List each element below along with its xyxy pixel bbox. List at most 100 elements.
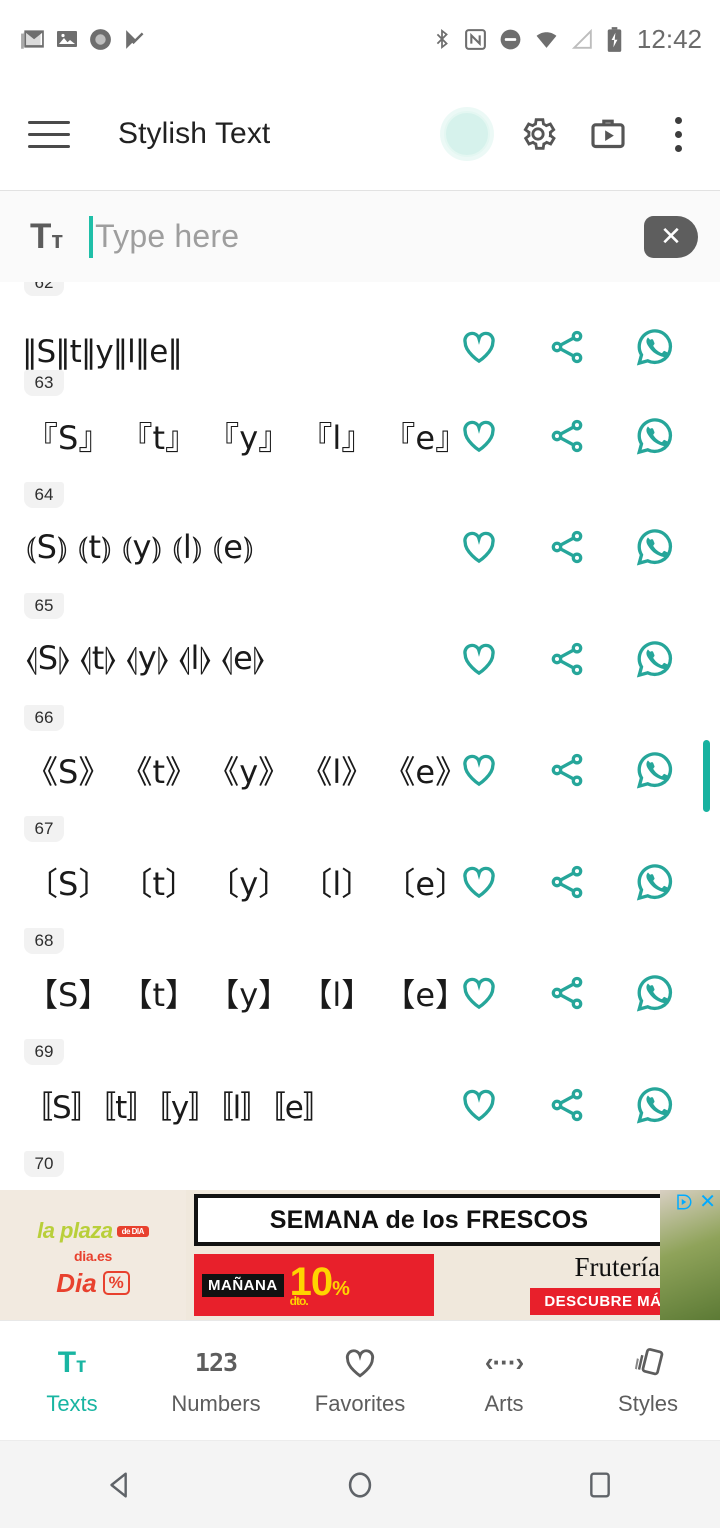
heart-outline-icon[interactable] xyxy=(456,636,502,682)
active-ripple-icon[interactable] xyxy=(444,111,490,157)
table-row[interactable]: 65 ⦉S⦊ ⦉t⦊ ⦉y⦊ ⦉l⦊ ⦉e⦊ xyxy=(0,593,720,715)
ad-banner[interactable]: la plaza de DIA dia.es Dia% SEMANA de los… xyxy=(0,1190,720,1320)
nav-item-arts[interactable]: ‹···› Arts xyxy=(432,1345,576,1417)
gear-icon[interactable] xyxy=(516,112,560,156)
status-bar: 12:42 xyxy=(0,0,720,78)
nav-label-styles: Styles xyxy=(618,1390,678,1416)
photo-icon xyxy=(57,31,77,47)
whatsapp-icon[interactable] xyxy=(632,324,678,370)
table-row[interactable]: 66 《S》 《t》 《y》 《l》 《e》 xyxy=(0,704,720,827)
status-bar-left-icons xyxy=(20,26,147,52)
ad-brand-diaes: dia.es xyxy=(74,1247,112,1264)
heart-outline-icon[interactable] xyxy=(456,970,502,1016)
heart-outline-icon[interactable] xyxy=(456,1082,502,1128)
clear-close-icon[interactable]: ✕ xyxy=(644,215,698,258)
table-row[interactable]: 68 【S】 【t】 【y】 【l】 【e】 xyxy=(0,927,720,1050)
whatsapp-icon[interactable] xyxy=(632,1082,678,1128)
row-actions xyxy=(456,413,700,459)
signal-icon xyxy=(571,28,592,49)
row-actions xyxy=(456,524,700,570)
share-nodes-icon[interactable] xyxy=(544,636,590,682)
row-index-badge: 63 xyxy=(24,370,64,396)
ad-discount-block: MAÑANA 10% dto. xyxy=(194,1254,434,1316)
row-actions xyxy=(456,970,700,1016)
heart-outline-icon xyxy=(342,1345,378,1381)
three-dots-icon[interactable] xyxy=(656,116,700,152)
heart-outline-icon[interactable] xyxy=(456,413,502,459)
row-index-badge: 70 xyxy=(24,1150,64,1177)
whatsapp-icon[interactable] xyxy=(632,970,678,1016)
row-style-text[interactable]: 〚S〛〚t〛〚y〛〚l〛〚e〛 xyxy=(22,1082,456,1127)
page-title: Stylish Text xyxy=(118,117,271,150)
heart-outline-icon[interactable] xyxy=(456,859,502,905)
nav-item-texts[interactable]: Tт Texts xyxy=(0,1345,144,1417)
status-bar-right-icons: 12:42 xyxy=(431,24,702,55)
row-style-text[interactable]: ⦉S⦊ ⦉t⦊ ⦉y⦊ ⦉l⦊ ⦉e⦊ xyxy=(22,639,456,678)
text-format-icon[interactable]: Tт xyxy=(30,219,63,254)
share-nodes-icon[interactable] xyxy=(544,747,590,793)
recents-square-icon[interactable] xyxy=(555,1441,645,1529)
share-nodes-icon[interactable] xyxy=(544,524,590,570)
row-style-text[interactable]: ⦅S⦆ ⦅t⦆ ⦅y⦆ ⦅l⦆ ⦅e⦆ xyxy=(22,528,456,567)
arts-brackets-icon: ‹···› xyxy=(485,1345,524,1381)
ad-controls[interactable]: ✕ xyxy=(675,1192,716,1212)
row-style-text[interactable]: 『S』 『t』 『y』 『l』 『e』 xyxy=(22,413,456,459)
video-briefcase-icon[interactable] xyxy=(586,112,630,156)
heart-outline-icon[interactable] xyxy=(456,324,502,370)
bottom-navigation: Tт Texts 123 Numbers Favorites ‹···› Art… xyxy=(0,1320,720,1440)
nav-item-favorites[interactable]: Favorites xyxy=(288,1345,432,1417)
wifi-icon xyxy=(536,31,557,48)
table-row[interactable]: 62 ‖S‖t‖y‖l‖e‖ xyxy=(0,282,720,380)
share-nodes-icon[interactable] xyxy=(544,324,590,370)
row-index-badge: 62 xyxy=(24,282,64,296)
table-row[interactable]: 70 xyxy=(0,1150,720,1191)
search-bar[interactable]: Tт Type here ✕ xyxy=(0,191,720,283)
table-row[interactable]: 69 〚S〛〚t〛〚y〛〚l〛〚e〛 xyxy=(0,1039,720,1161)
share-nodes-icon[interactable] xyxy=(544,970,590,1016)
nav-item-styles[interactable]: Styles xyxy=(576,1345,720,1417)
whatsapp-icon[interactable] xyxy=(632,859,678,905)
bluetooth-icon xyxy=(436,28,448,50)
scrollbar-thumb[interactable] xyxy=(703,740,710,812)
search-placeholder: Type here xyxy=(95,218,240,254)
whatsapp-icon[interactable] xyxy=(632,524,678,570)
numbers-123-icon: 123 xyxy=(194,1345,238,1381)
ad-choices-icon[interactable] xyxy=(675,1193,693,1211)
nfc-icon xyxy=(465,28,486,50)
heart-outline-icon[interactable] xyxy=(456,747,502,793)
table-row[interactable]: 67 〔S〕 〔t〕 〔y〕 〔l〕 〔e〕 xyxy=(0,816,720,938)
numbers-glyph: 123 xyxy=(194,1348,238,1377)
row-index-badge: 65 xyxy=(24,593,64,619)
text-caret xyxy=(89,215,94,258)
ad-content[interactable]: SEMANA de los FRESCOS MAÑANA 10% dto. Fru… xyxy=(186,1190,720,1320)
table-row[interactable]: 64 ⦅S⦆ ⦅t⦆ ⦅y⦆ ⦅l⦆ ⦅e⦆ xyxy=(0,481,720,604)
row-style-text[interactable]: 〔S〕 〔t〕 〔y〕 〔l〕 〔e〕 xyxy=(22,859,456,905)
whatsapp-icon[interactable] xyxy=(632,413,678,459)
row-style-text[interactable]: 【S】 【t】 【y】 【l】 【e】 xyxy=(22,970,456,1016)
ad-close-icon[interactable]: ✕ xyxy=(699,1192,716,1212)
share-nodes-icon[interactable] xyxy=(544,859,590,905)
text-format-icon: Tт xyxy=(57,1345,87,1379)
list-scrollbar[interactable] xyxy=(703,282,714,1190)
ad-category-label: Frutería xyxy=(574,1252,660,1282)
status-clock: 12:42 xyxy=(636,23,702,54)
heart-outline-icon[interactable] xyxy=(456,524,502,570)
ad-brand-laplaza-tag: de DIA xyxy=(116,1226,149,1238)
whatsapp-icon[interactable] xyxy=(632,747,678,793)
search-input[interactable]: Type here xyxy=(89,191,634,282)
nav-label-arts: Arts xyxy=(484,1390,524,1416)
toolbar-actions xyxy=(444,111,700,157)
whatsapp-icon[interactable] xyxy=(632,636,678,682)
share-nodes-icon[interactable] xyxy=(544,1082,590,1128)
home-circle-icon[interactable] xyxy=(315,1441,405,1529)
share-nodes-icon[interactable] xyxy=(544,413,590,459)
back-triangle-icon[interactable] xyxy=(75,1441,165,1529)
nav-item-numbers[interactable]: 123 Numbers xyxy=(144,1345,288,1417)
hamburger-menu-icon[interactable] xyxy=(28,112,72,156)
table-row[interactable]: 63 『S』 『t』 『y』 『l』 『e』 xyxy=(0,370,720,492)
row-style-text[interactable]: ‖S‖t‖y‖l‖e‖ xyxy=(22,334,456,370)
styles-list[interactable]: 62 ‖S‖t‖y‖l‖e‖ 63 『S』 『t』 『y』 『l』 『e』 64… xyxy=(0,282,720,1190)
row-style-text[interactable]: 《S》 《t》 《y》 《l》 《e》 xyxy=(22,747,456,793)
ad-discount-symbol: % xyxy=(332,1277,350,1300)
ad-brand-dia-text: Dia xyxy=(56,1267,97,1298)
